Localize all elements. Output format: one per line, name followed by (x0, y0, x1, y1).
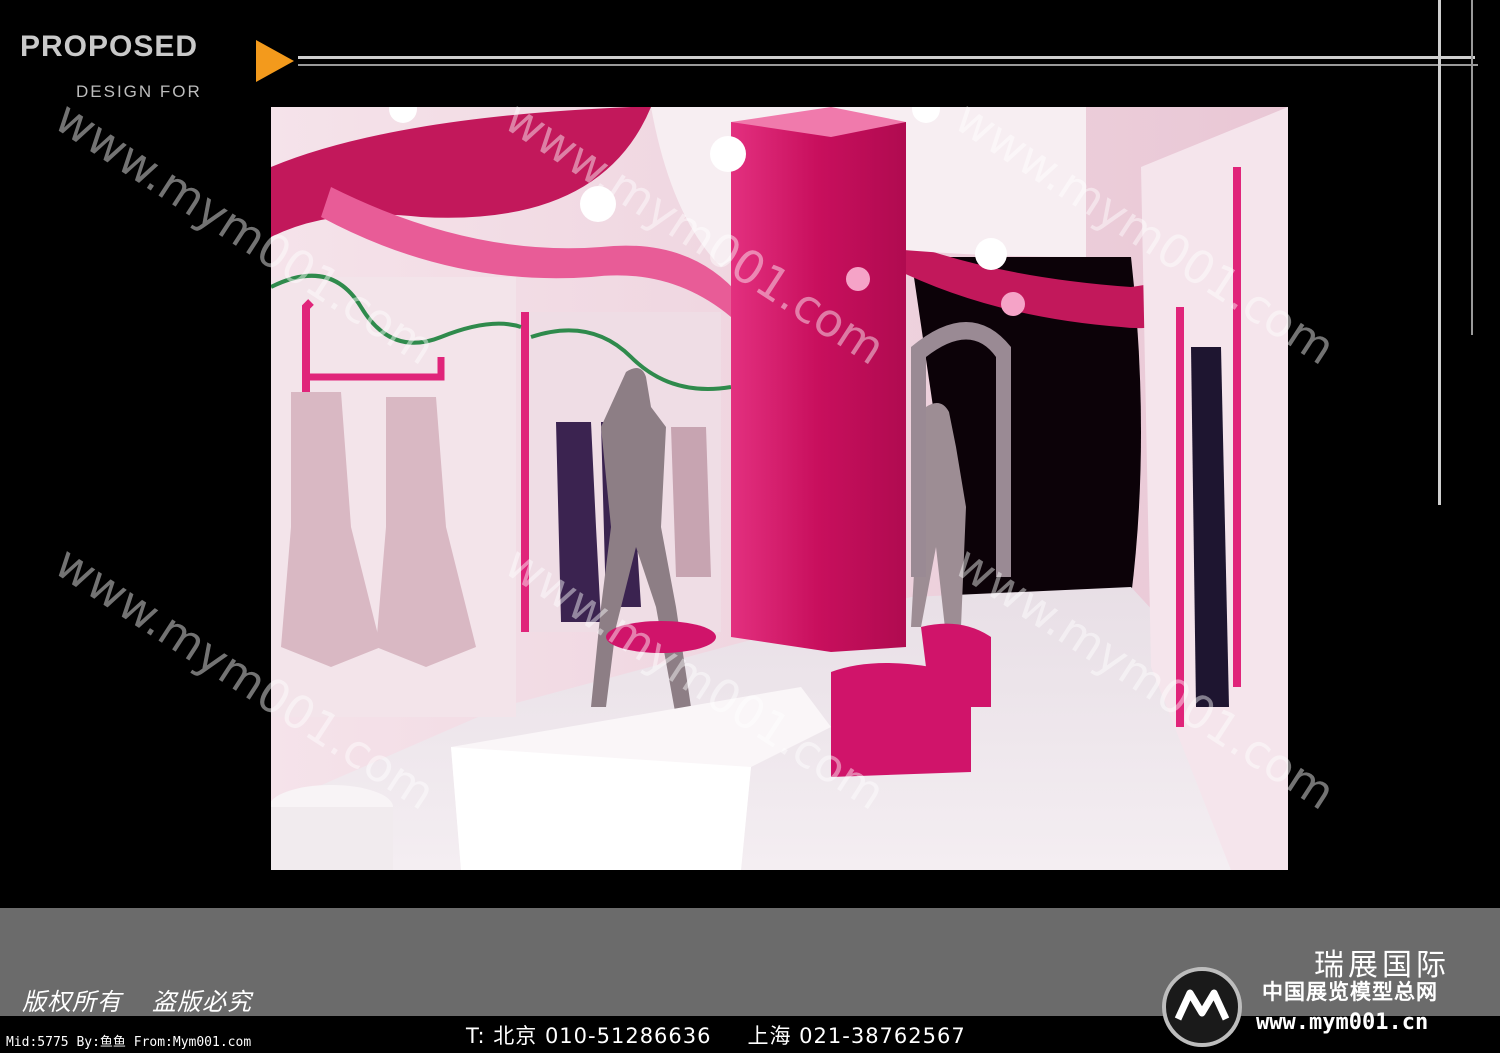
side-divider (1438, 0, 1441, 505)
showroom-render (271, 107, 1288, 870)
contact-shanghai: 上海 021-38762567 (747, 1024, 966, 1048)
brand-url: www.mym001.cn (1256, 1010, 1429, 1035)
contact-info: T: 北京 010-51286636 上海 021-38762567 (466, 1020, 1002, 1050)
side-divider-thin (1471, 0, 1473, 335)
brand-subtitle: 中国展览模型总网 (1262, 980, 1438, 1004)
copyright-notice: 版权所有 盗版必究 (22, 982, 282, 1017)
page-title: PROPOSED (20, 30, 199, 63)
copyright-text: 版权所有 (22, 988, 122, 1016)
piracy-text: 盗版必究 (152, 988, 252, 1016)
arrow-icon (256, 40, 294, 82)
header-divider (298, 56, 1475, 59)
header-divider-thin (298, 64, 1478, 66)
contact-beijing: T: 北京 010-51286636 (466, 1024, 712, 1048)
meta-text: Mid:5775 By:鱼鱼 From:Mym001.com (6, 1035, 252, 1050)
page-subtitle: DESIGN FOR (76, 82, 202, 101)
mym-logo-icon (1162, 967, 1242, 1047)
